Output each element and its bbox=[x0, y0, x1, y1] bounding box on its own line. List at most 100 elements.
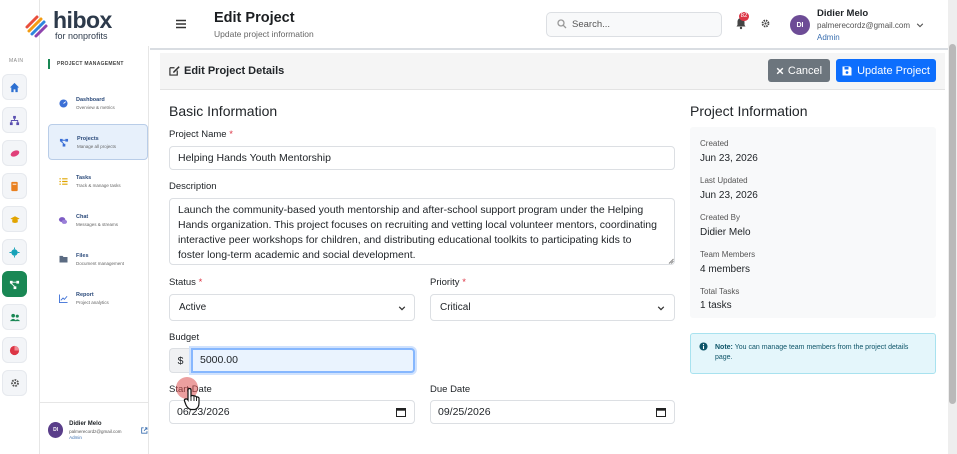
calendar-icon[interactable] bbox=[656, 407, 666, 417]
sidebar-item-sub: Project analytics bbox=[76, 299, 109, 305]
status-select[interactable]: Active bbox=[169, 294, 415, 321]
cancel-label: Cancel bbox=[787, 64, 823, 77]
rail-reports-button[interactable] bbox=[2, 337, 27, 363]
sidebar-item-title: Tasks bbox=[76, 174, 92, 181]
info-circle-icon bbox=[699, 342, 708, 351]
sidebar-item-sub: Manage all projects bbox=[77, 143, 117, 149]
description-line: Hands organization. This project focuses… bbox=[178, 219, 657, 231]
close-icon bbox=[776, 67, 784, 74]
due-date-input[interactable]: 09/25/2026 bbox=[430, 400, 675, 424]
rail-org-button[interactable] bbox=[2, 107, 27, 133]
sidebar-user[interactable]: DI Didier Melo palmerecordz@gmail.com Ad… bbox=[48, 410, 148, 450]
sidebar-item-dashboard[interactable]: Dashboard Overview & metrics bbox=[48, 85, 148, 121]
calendar-icon[interactable] bbox=[396, 407, 406, 417]
sidebar-item-title: Projects bbox=[77, 135, 99, 142]
budget-input[interactable]: 5000.00 bbox=[191, 348, 415, 373]
rail-section-label: MAIN bbox=[9, 58, 24, 64]
tasks-icon bbox=[58, 176, 68, 186]
start-date-input[interactable]: 06/23/2026 bbox=[169, 400, 415, 424]
created-by-label: Created By bbox=[700, 213, 741, 222]
description-textarea[interactable]: Launch the community-based youth mentors… bbox=[169, 198, 675, 265]
project-name-label: Project Name * bbox=[169, 129, 233, 140]
sidebar-item-sub: Track & manage tasks bbox=[76, 182, 121, 188]
sidebar-item-sub: Overview & metrics bbox=[76, 104, 115, 110]
updated-value: Jun 23, 2026 bbox=[700, 190, 758, 201]
project-diagram-icon bbox=[59, 137, 69, 147]
settings-icon bbox=[10, 379, 19, 387]
required-mark: * bbox=[462, 277, 466, 288]
section-title-basic: Basic Information bbox=[169, 103, 278, 119]
avatar[interactable]: DI bbox=[790, 15, 810, 35]
info-note: Note: You can manage team members from t… bbox=[690, 333, 936, 374]
dashboard-icon bbox=[58, 98, 68, 108]
budget-currency-prefix: $ bbox=[169, 348, 191, 373]
sidebar-user-email: palmerecordz@gmail.com bbox=[69, 428, 122, 434]
sitemap-icon bbox=[9, 115, 20, 125]
created-by-value: Didier Melo bbox=[700, 227, 751, 238]
chart-line-icon bbox=[58, 293, 68, 303]
sidebar-item-title: Chat bbox=[76, 213, 89, 220]
sidebar-item-projects[interactable]: Projects Manage all projects bbox=[48, 124, 148, 160]
priority-label: Priority * bbox=[430, 277, 466, 288]
update-project-button[interactable]: Update Project bbox=[836, 59, 936, 82]
rail-education-button[interactable] bbox=[2, 206, 27, 232]
rail-settings-button[interactable] bbox=[2, 370, 27, 396]
external-link-icon[interactable] bbox=[141, 426, 148, 434]
sidebar-item-chat[interactable]: Chat Messages & streams bbox=[48, 202, 148, 238]
priority-value: Critical bbox=[440, 302, 471, 313]
sidebar-item-tasks[interactable]: Tasks Track & manage tasks bbox=[48, 163, 148, 199]
label-text: Status bbox=[169, 277, 196, 288]
graduation-cap-icon bbox=[9, 215, 20, 223]
resize-handle-icon[interactable] bbox=[668, 258, 674, 264]
chevron-down-icon[interactable] bbox=[916, 21, 924, 29]
book-icon bbox=[11, 181, 18, 191]
rail-home-button[interactable] bbox=[2, 74, 27, 100]
search-input[interactable]: Search... bbox=[546, 12, 722, 37]
gear-icon[interactable] bbox=[761, 19, 770, 28]
page-subtitle: Update project information bbox=[214, 29, 314, 39]
update-label: Update Project bbox=[857, 64, 930, 77]
rail-book-button[interactable] bbox=[2, 173, 27, 199]
rail-virus-button[interactable] bbox=[2, 239, 27, 265]
avatar: DI bbox=[48, 422, 64, 438]
app-logo[interactable]: hibox for nonprofits bbox=[22, 8, 132, 42]
rail-projects-button[interactable] bbox=[2, 271, 27, 297]
status-value: Active bbox=[179, 302, 207, 313]
description-label: Description bbox=[169, 181, 217, 192]
folder-icon bbox=[58, 254, 68, 264]
scrollbar-thumb[interactable] bbox=[949, 44, 956, 404]
sidebar-item-title: Report bbox=[76, 291, 94, 298]
priority-select[interactable]: Critical bbox=[430, 294, 675, 321]
chat-icon bbox=[58, 215, 68, 225]
top-header: Edit Project Update project information … bbox=[150, 0, 948, 50]
project-name-input[interactable]: Helping Hands Youth Mentorship bbox=[169, 146, 675, 170]
hamburger-menu-icon[interactable] bbox=[174, 17, 188, 31]
label-text: Priority bbox=[430, 277, 460, 288]
header-user-name[interactable]: Didier Melo bbox=[817, 8, 868, 19]
chevron-down-icon bbox=[657, 306, 665, 311]
sidebar-item-files[interactable]: Files Document management bbox=[48, 241, 148, 277]
chevron-down-icon bbox=[398, 306, 406, 311]
required-mark: * bbox=[229, 129, 233, 140]
created-label: Created bbox=[700, 139, 729, 148]
status-label: Status * bbox=[169, 277, 202, 288]
cancel-button[interactable]: Cancel bbox=[768, 59, 830, 82]
header-user-role: Admin bbox=[817, 33, 840, 42]
search-icon bbox=[557, 19, 567, 29]
sidebar-item-title: Files bbox=[76, 252, 89, 259]
label-text: Project Name bbox=[169, 129, 227, 140]
budget-label: Budget bbox=[169, 332, 200, 343]
users-icon bbox=[9, 313, 20, 321]
icon-rail: MAIN bbox=[0, 0, 40, 454]
description-line: interactive peer workshops for children,… bbox=[178, 234, 632, 246]
rail-hands-button[interactable] bbox=[2, 140, 27, 166]
sidebar-item-report[interactable]: Report Project analytics bbox=[48, 280, 148, 316]
card-title: Edit Project Details bbox=[184, 65, 285, 77]
save-icon bbox=[842, 66, 852, 75]
rail-team-button[interactable] bbox=[2, 304, 27, 330]
virus-icon bbox=[9, 246, 20, 258]
required-mark: * bbox=[198, 277, 203, 288]
logo-mark-icon bbox=[25, 15, 48, 38]
edit-icon bbox=[169, 66, 180, 76]
pie-chart-icon bbox=[9, 345, 20, 355]
